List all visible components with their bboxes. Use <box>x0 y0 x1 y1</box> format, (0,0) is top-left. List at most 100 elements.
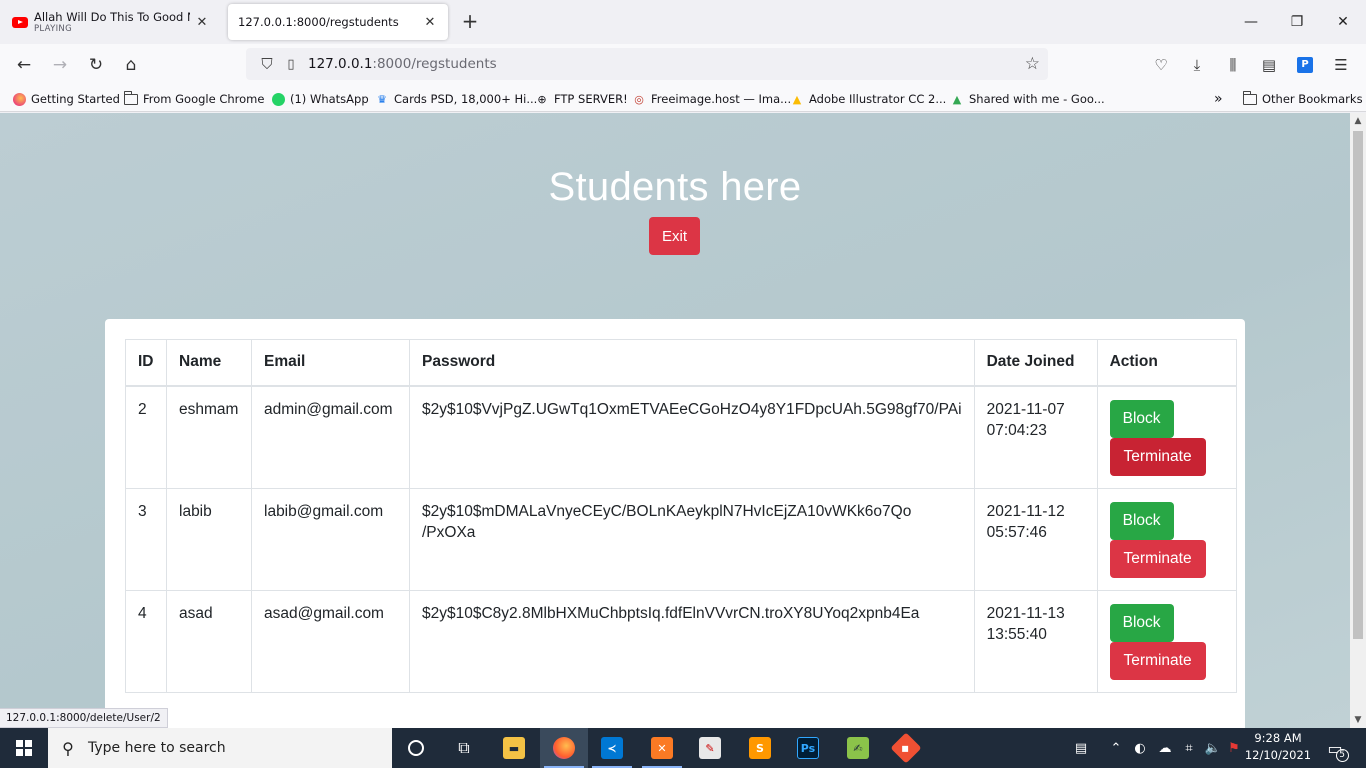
taskbar-search[interactable]: ⚲ Type here to search <box>48 728 392 768</box>
tab-title: 127.0.0.1:8000/regstudents <box>238 15 399 29</box>
task-view-icon[interactable]: ⧉ <box>440 728 488 768</box>
cortana-icon[interactable] <box>392 728 440 768</box>
column-header-action: Action <box>1096 339 1237 387</box>
bookmark-folder-chrome[interactable]: From Google Chrome <box>124 90 264 108</box>
restore-icon[interactable]: ❐ <box>1274 0 1320 44</box>
url-text[interactable]: 127.0.0.1:8000/regstudents <box>308 56 497 72</box>
library-icon[interactable]: ⫼ <box>1220 52 1246 78</box>
cell-password: $2y$10$mDMALaVnyeCEyC/BOLnKAeykplN7HvIcE… <box>409 487 975 591</box>
bookmark-label: Other Bookmarks <box>1262 92 1363 106</box>
column-header-date-joined: Date Joined <box>973 339 1098 387</box>
bookmark-label: Cards PSD, 18,000+ Hi... <box>394 92 538 106</box>
bookmark-getting-started[interactable]: Getting Started <box>12 90 120 108</box>
bookmark-freeimage[interactable]: ◎ Freeimage.host — Ima... <box>632 90 791 108</box>
tab-youtube[interactable]: Allah Will Do This To Good Non PLAYING ✕ <box>2 4 220 40</box>
page-info-icon[interactable]: ▯ <box>282 57 300 72</box>
bookmark-adobe-illustrator[interactable]: ▲ Adobe Illustrator CC 2... <box>790 90 947 108</box>
git-icon[interactable]: ◆ <box>882 728 930 768</box>
time-text: 13:55:40 <box>986 625 1047 643</box>
photoshop-icon[interactable]: Ps <box>784 728 832 768</box>
bookmark-label: From Google Chrome <box>143 92 265 106</box>
notification-icon[interactable]: ▭ 5 <box>1320 728 1350 768</box>
terminate-button[interactable]: Terminate <box>1109 641 1206 680</box>
minimize-icon[interactable]: — <box>1228 0 1274 44</box>
volume-icon[interactable]: 🔈 <box>1202 728 1224 768</box>
students-table: ID Name Email Password Date Joined Actio… <box>125 339 1237 693</box>
windows-logo-icon <box>16 740 32 756</box>
tab-playing-label: PLAYING <box>34 23 72 34</box>
tab-strip: Allah Will Do This To Good Non PLAYING ✕… <box>0 0 1366 44</box>
sidebar-icon[interactable]: ▤ <box>1256 52 1282 78</box>
system-clock[interactable]: 9:28 AM 12/10/2021 <box>1238 730 1318 766</box>
students-card: ID Name Email Password Date Joined Actio… <box>105 319 1245 728</box>
cell-action: Block Terminate <box>1096 589 1237 693</box>
close-window-icon[interactable]: ✕ <box>1320 0 1366 44</box>
clock-date: 12/10/2021 <box>1244 748 1312 762</box>
password-line: /PxOXa <box>422 523 476 541</box>
tracking-shield-icon[interactable]: ⛉ <box>252 55 282 73</box>
news-widget-icon[interactable]: ▤ <box>1068 728 1094 768</box>
date-text: 2021-11-13 <box>986 604 1065 622</box>
back-arrow-icon[interactable]: ← <box>10 52 38 78</box>
file-explorer-icon[interactable]: ▬ <box>490 728 538 768</box>
bookmark-other-bookmarks[interactable]: Other Bookmarks <box>1243 90 1363 108</box>
cell-date-joined: 2021-11-07 07:04:23 <box>973 385 1098 489</box>
close-tab-icon[interactable]: ✕ <box>194 14 210 30</box>
meet-now-icon[interactable]: ◐ <box>1130 728 1150 768</box>
xampp-icon[interactable]: ✕ <box>638 728 686 768</box>
google-drive-icon: ▲ <box>792 92 802 106</box>
scrollbar-thumb[interactable] <box>1353 131 1363 639</box>
network-icon[interactable]: ⌗ <box>1178 728 1200 768</box>
scroll-down-arrow-icon[interactable]: ▼ <box>1350 712 1366 728</box>
chevron-up-icon[interactable]: ⌃ <box>1106 728 1126 768</box>
cell-action: Block Terminate <box>1096 487 1237 591</box>
column-header-email: Email <box>251 339 410 387</box>
vscode-icon[interactable]: ≺ <box>588 728 636 768</box>
block-button[interactable]: Block <box>1109 399 1174 438</box>
exit-button[interactable]: Exit <box>649 217 700 255</box>
onedrive-icon[interactable]: ☁ <box>1154 728 1176 768</box>
bookmark-ftp-server[interactable]: ⊕ FTP SERVER! <box>535 90 627 108</box>
navigation-toolbar: ← → ↻ ⌂ ⛉ ▯ 127.0.0.1:8000/regstudents ☆… <box>0 44 1366 86</box>
search-placeholder: Type here to search <box>88 740 226 756</box>
page-scrollbar[interactable]: ▲ ▼ <box>1350 113 1366 728</box>
forward-arrow-icon[interactable]: → <box>46 52 74 78</box>
terminate-button[interactable]: Terminate <box>1109 437 1206 476</box>
reload-icon[interactable]: ↻ <box>82 52 110 78</box>
pocket-icon[interactable]: ♡ <box>1148 52 1174 78</box>
firefox-icon <box>12 92 26 106</box>
bookmark-shared-with-me[interactable]: ▲ Shared with me - Goo... <box>950 90 1105 108</box>
download-icon[interactable]: ⤓ <box>1184 52 1210 78</box>
table-header-row: ID Name Email Password Date Joined Actio… <box>125 339 1237 387</box>
start-button[interactable] <box>0 728 48 768</box>
new-tab-plus-icon[interactable]: + <box>458 10 482 34</box>
home-icon[interactable]: ⌂ <box>117 52 145 78</box>
date-text: 2021-11-12 <box>986 502 1065 520</box>
search-icon: ⚲ <box>62 738 74 758</box>
cell-name: eshmam <box>166 385 252 489</box>
chevron-double-right-icon[interactable]: » <box>1214 90 1223 108</box>
bookmark-star-icon[interactable]: ☆ <box>1025 54 1040 74</box>
bookmark-cards-psd[interactable]: ♛ Cards PSD, 18,000+ Hi... <box>375 90 537 108</box>
scroll-up-arrow-icon[interactable]: ▲ <box>1350 113 1366 129</box>
url-host: 127.0.0.1 <box>308 56 373 72</box>
block-button[interactable]: Block <box>1109 501 1174 540</box>
clock-time: 9:28 AM <box>1254 731 1302 745</box>
cell-id: 4 <box>125 589 167 693</box>
menu-hamburger-icon[interactable]: ☰ <box>1328 52 1354 78</box>
globe-icon: ⊕ <box>537 92 547 106</box>
bookmark-label: Freeimage.host — Ima... <box>651 92 792 106</box>
column-header-name: Name <box>166 339 252 387</box>
close-tab-icon[interactable]: ✕ <box>422 14 438 30</box>
extension-icon[interactable]: P <box>1292 52 1318 78</box>
firefox-taskbar-icon[interactable] <box>540 728 588 768</box>
address-bar[interactable]: ⛉ ▯ 127.0.0.1:8000/regstudents ☆ <box>246 48 1048 80</box>
folder-icon <box>1243 90 1257 106</box>
sublime-text-icon[interactable]: S <box>736 728 784 768</box>
notepad-plus-icon[interactable]: ✍ <box>834 728 882 768</box>
block-button[interactable]: Block <box>1109 603 1174 642</box>
bookmark-whatsapp[interactable]: (1) WhatsApp <box>271 90 369 108</box>
tab-regstudents[interactable]: 127.0.0.1:8000/regstudents ✕ <box>228 4 448 40</box>
terminate-button[interactable]: Terminate <box>1109 539 1206 578</box>
paint-icon[interactable]: ✎ <box>686 728 734 768</box>
